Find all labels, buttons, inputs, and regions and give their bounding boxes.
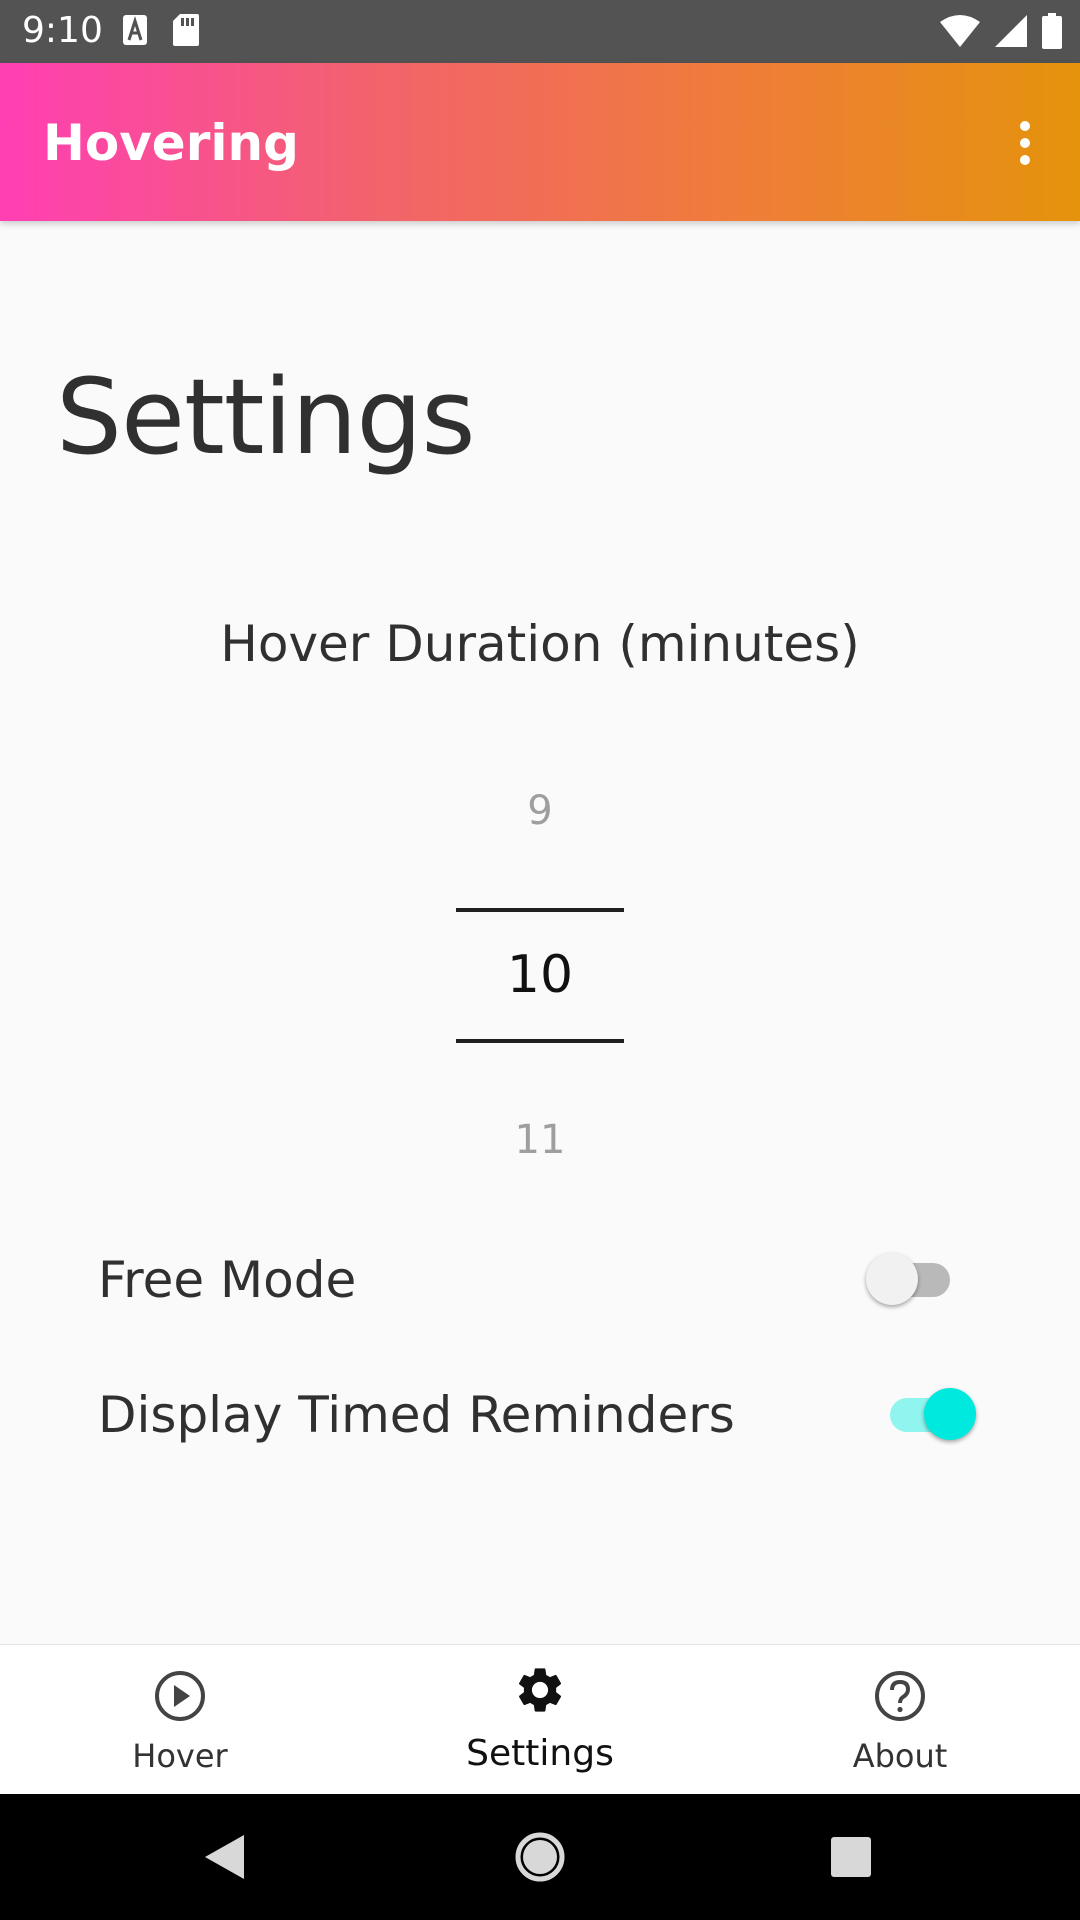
picker-divider-top xyxy=(456,908,624,912)
help-circle-icon xyxy=(873,1669,927,1723)
status-left-icons xyxy=(122,13,200,47)
page-title: Settings xyxy=(56,356,476,478)
hover-duration-label: Hover Duration (minutes) xyxy=(220,615,860,673)
timed-reminders-label: Display Timed Reminders xyxy=(98,1386,735,1444)
recents-icon[interactable] xyxy=(818,1824,884,1890)
picker-current-value[interactable]: 10 xyxy=(440,945,640,1005)
switch-thumb xyxy=(924,1388,976,1440)
nav-item-hover[interactable]: Hover xyxy=(0,1645,360,1795)
free-mode-label: Free Mode xyxy=(98,1251,357,1309)
bottom-navigation: Hover Settings About xyxy=(0,1644,1080,1795)
system-navigation-bar xyxy=(0,1794,1080,1920)
cell-signal-icon xyxy=(994,14,1028,48)
nav-label-about: About xyxy=(852,1737,948,1775)
duration-number-picker[interactable]: 9 10 11 xyxy=(440,770,640,1190)
free-mode-switch[interactable] xyxy=(862,1245,972,1315)
nav-item-settings[interactable]: Settings xyxy=(360,1645,720,1795)
play-circle-icon xyxy=(153,1669,207,1723)
timed-reminders-switch[interactable] xyxy=(870,1380,980,1450)
picker-divider-bottom xyxy=(456,1039,624,1043)
sd-card-icon xyxy=(172,13,200,47)
more-vert-icon[interactable] xyxy=(1000,103,1050,183)
status-time: 9:10 xyxy=(22,10,103,51)
picker-previous-value[interactable]: 9 xyxy=(440,788,640,834)
battery-icon xyxy=(1042,13,1062,49)
nav-label-settings: Settings xyxy=(466,1733,614,1774)
nav-item-about[interactable]: About xyxy=(720,1645,1080,1795)
status-bar: 9:10 xyxy=(0,0,1080,63)
home-icon[interactable] xyxy=(507,1824,573,1890)
free-mode-row: Free Mode xyxy=(0,1225,1080,1335)
back-icon[interactable] xyxy=(192,1824,258,1890)
timed-reminders-row: Display Timed Reminders xyxy=(0,1360,1080,1470)
app-bar: Hovering xyxy=(0,63,1080,221)
status-right-icons xyxy=(940,13,1062,49)
wifi-icon xyxy=(940,14,980,48)
font-download-icon xyxy=(122,13,148,47)
picker-next-value[interactable]: 11 xyxy=(440,1117,640,1163)
switch-thumb xyxy=(866,1253,918,1305)
app-title: Hovering xyxy=(43,114,299,172)
nav-label-hover: Hover xyxy=(132,1737,228,1775)
gear-icon xyxy=(513,1663,567,1717)
